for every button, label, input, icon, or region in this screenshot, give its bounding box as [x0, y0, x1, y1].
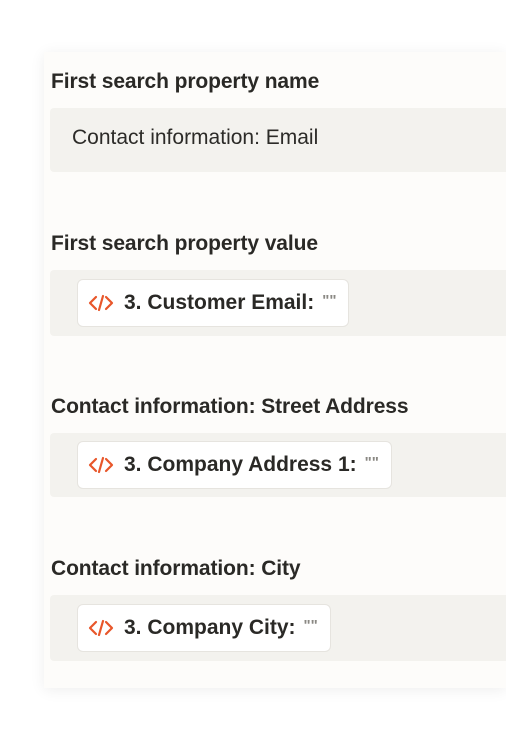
code-icon	[88, 619, 114, 637]
field-label-city: Contact information: City	[51, 557, 301, 580]
field-label-street-address: Contact information: Street Address	[51, 395, 409, 418]
field-label-search-property-value: First search property value	[51, 232, 318, 255]
search-property-name-field[interactable]: Contact information: Email	[50, 108, 506, 172]
mapped-value-pill[interactable]: 3. Company City: ""	[77, 604, 331, 652]
street-address-field[interactable]: 3. Company Address 1: ""	[50, 433, 506, 497]
pill-sample-value: ""	[303, 616, 318, 634]
code-icon	[88, 294, 114, 312]
mapped-value-pill[interactable]: 3. Company Address 1: ""	[77, 441, 392, 489]
search-property-name-value: Contact information: Email	[72, 126, 319, 149]
search-property-value-field[interactable]: 3. Customer Email: ""	[50, 270, 506, 336]
pill-sample-value: ""	[364, 453, 379, 471]
field-label-search-property-name: First search property name	[51, 70, 320, 93]
pill-label: 3. Company Address 1:	[124, 453, 357, 476]
pill-label: 3. Company City:	[124, 616, 296, 639]
form-panel: First search property name Contact infor…	[44, 52, 506, 688]
pill-label: 3. Customer Email:	[124, 291, 315, 314]
mapped-value-pill[interactable]: 3. Customer Email: ""	[77, 279, 350, 327]
pill-sample-value: ""	[322, 291, 337, 309]
city-field[interactable]: 3. Company City: ""	[50, 595, 506, 661]
code-icon	[88, 456, 114, 474]
